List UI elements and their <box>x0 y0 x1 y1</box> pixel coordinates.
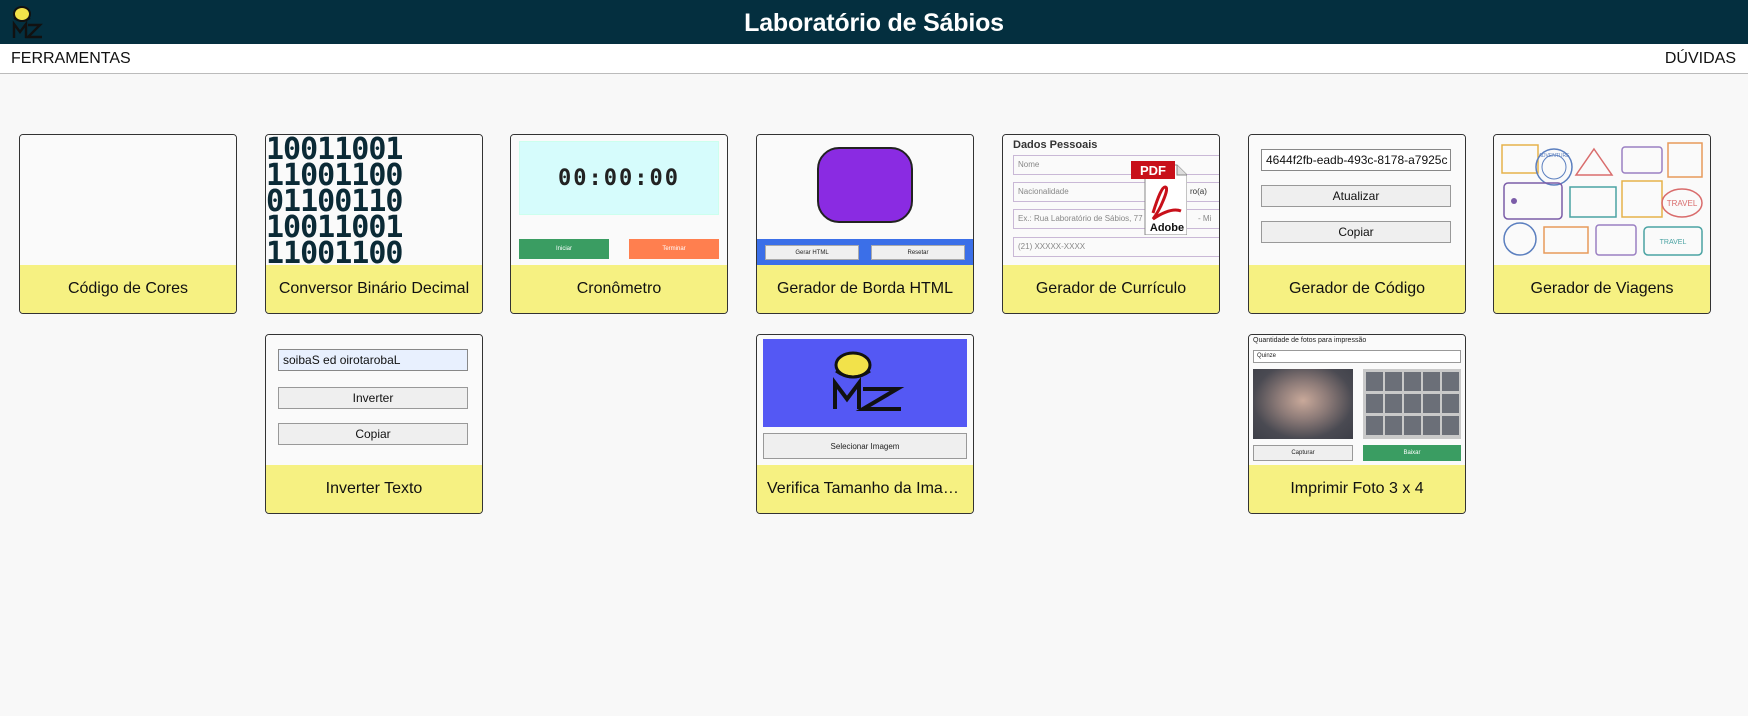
nationality-field-preview: Nacionalidade ro(a) <box>1013 182 1219 202</box>
name-field-preview: Nome <box>1013 155 1219 175</box>
card-codigo-de-cores[interactable]: Código de Cores <box>19 134 237 314</box>
card-gerador-curriculo[interactable]: Dados Pessoais Nome Nacionalidade ro(a) E… <box>1002 134 1220 314</box>
start-button-preview: Iniciar <box>519 239 609 259</box>
stopwatch-thumbnail: 00:00:00 Iniciar Terminar <box>511 135 727 265</box>
photo-grid-icon <box>1366 372 1459 435</box>
svg-text:TRAVEL: TRAVEL <box>1660 239 1687 246</box>
card-label: Inverter Texto <box>266 465 482 513</box>
card-gerador-viagens[interactable]: ADVENTURE TRAVEL TRAVEL Gerador de Viage… <box>1493 134 1711 314</box>
address-field-preview: Ex.: Rua Laboratório de Sábios, 77- Mi <box>1013 209 1219 229</box>
travel-stamps-thumbnail: ADVENTURE TRAVEL TRAVEL <box>1494 135 1710 265</box>
svg-text:TRAVEL: TRAVEL <box>1667 199 1698 208</box>
select-image-button-preview: Selecionar Imagem <box>763 433 967 459</box>
card-inverter-texto[interactable]: soibaS ed oirotarobaL Inverter Copiar In… <box>265 334 483 514</box>
card-gerador-borda[interactable]: Gerar HTML Resetar Gerador de Borda HTML <box>756 134 974 314</box>
card-label: Gerador de Currículo <box>1003 265 1219 313</box>
card-label: Código de Cores <box>20 265 236 313</box>
generated-code-preview: 4644f2fb-eadb-493c-8178-a7925c <box>1261 149 1451 171</box>
quantity-select-preview: Quinze <box>1253 350 1461 363</box>
copy-button-preview: Copiar <box>1261 221 1451 243</box>
invert-text-thumbnail: soibaS ed oirotarobaL Inverter Copiar <box>266 335 482 465</box>
travel-stamps-icon: ADVENTURE TRAVEL TRAVEL <box>1501 142 1703 256</box>
stop-button-preview: Terminar <box>629 239 719 259</box>
card-label: Gerador de Borda HTML <box>757 265 973 313</box>
quantity-question: Quantidade de fotos para impressão <box>1253 337 1367 344</box>
image-size-thumbnail: Selecionar Imagem <box>757 335 973 465</box>
generate-html-button-preview: Gerar HTML <box>765 245 859 260</box>
card-cronometro[interactable]: 00:00:00 Iniciar Terminar Cronômetro <box>510 134 728 314</box>
card-label: Cronômetro <box>511 265 727 313</box>
card-imprimir-foto[interactable]: Quantidade de fotos para impressão Quinz… <box>1248 334 1466 514</box>
card-conversor-binario[interactable]: 10011001 11001100 01100110 10011001 1100… <box>265 134 483 314</box>
captured-photo-preview <box>1253 369 1353 439</box>
color-gradient-thumbnail <box>20 135 236 265</box>
phone-field-preview: (21) XXXXX-XXXX <box>1013 237 1219 257</box>
card-label: Verifica Tamanho da Imagem <box>757 465 973 513</box>
pdf-document-icon: PDF Adobe <box>1131 161 1187 235</box>
image-preview-area <box>763 339 967 427</box>
card-label: Imprimir Foto 3 x 4 <box>1249 465 1465 513</box>
border-generator-thumbnail: Gerar HTML Resetar <box>757 135 973 265</box>
code-generator-thumbnail: 4644f2fb-eadb-493c-8178-a7925c Atualizar… <box>1249 135 1465 265</box>
card-verifica-tamanho-imagem[interactable]: Selecionar Imagem Verifica Tamanho da Im… <box>756 334 974 514</box>
update-button-preview: Atualizar <box>1261 185 1451 207</box>
toolbar-preview: Gerar HTML Resetar <box>757 239 973 265</box>
page-title: Laboratório de Sábios <box>744 9 1004 37</box>
menu-bar: FERRAMENTAS DÚVIDAS <box>0 44 1748 74</box>
stopwatch-display: 00:00:00 <box>519 141 719 215</box>
card-label: Conversor Binário Decimal <box>266 265 482 313</box>
invert-button-preview: Inverter <box>278 387 468 409</box>
copy-button-preview: Copiar <box>278 423 468 445</box>
menu-item-ferramentas[interactable]: FERRAMENTAS <box>11 50 131 68</box>
resume-form-thumbnail: Dados Pessoais Nome Nacionalidade ro(a) E… <box>1003 135 1219 265</box>
top-bar: Laboratório de Sábios <box>0 0 1748 44</box>
card-label: Gerador de Código <box>1249 265 1465 313</box>
form-heading: Dados Pessoais <box>1013 139 1098 151</box>
capture-button-preview: Capturar <box>1253 445 1353 461</box>
reset-button-preview: Resetar <box>871 245 965 260</box>
menu-item-duvidas[interactable]: DÚVIDAS <box>1665 50 1736 68</box>
photo-print-thumbnail: Quantidade de fotos para impressão Quinz… <box>1249 335 1465 465</box>
svg-text:PDF: PDF <box>1140 163 1166 178</box>
omz-logo-icon <box>833 351 905 411</box>
photo-grid-preview <box>1363 369 1461 439</box>
binary-digits-thumbnail: 10011001 11001100 01100110 10011001 1100… <box>266 135 482 265</box>
download-button-preview: Baixar <box>1363 445 1461 461</box>
svg-text:Adobe: Adobe <box>1150 222 1184 234</box>
card-gerador-codigo[interactable]: 4644f2fb-eadb-493c-8178-a7925c Atualizar… <box>1248 134 1466 314</box>
inverted-text-preview: soibaS ed oirotarobaL <box>278 349 468 371</box>
card-label: Gerador de Viagens <box>1494 265 1710 313</box>
svg-text:ADVENTURE: ADVENTURE <box>1539 153 1571 159</box>
rounded-shape-preview <box>817 147 913 223</box>
